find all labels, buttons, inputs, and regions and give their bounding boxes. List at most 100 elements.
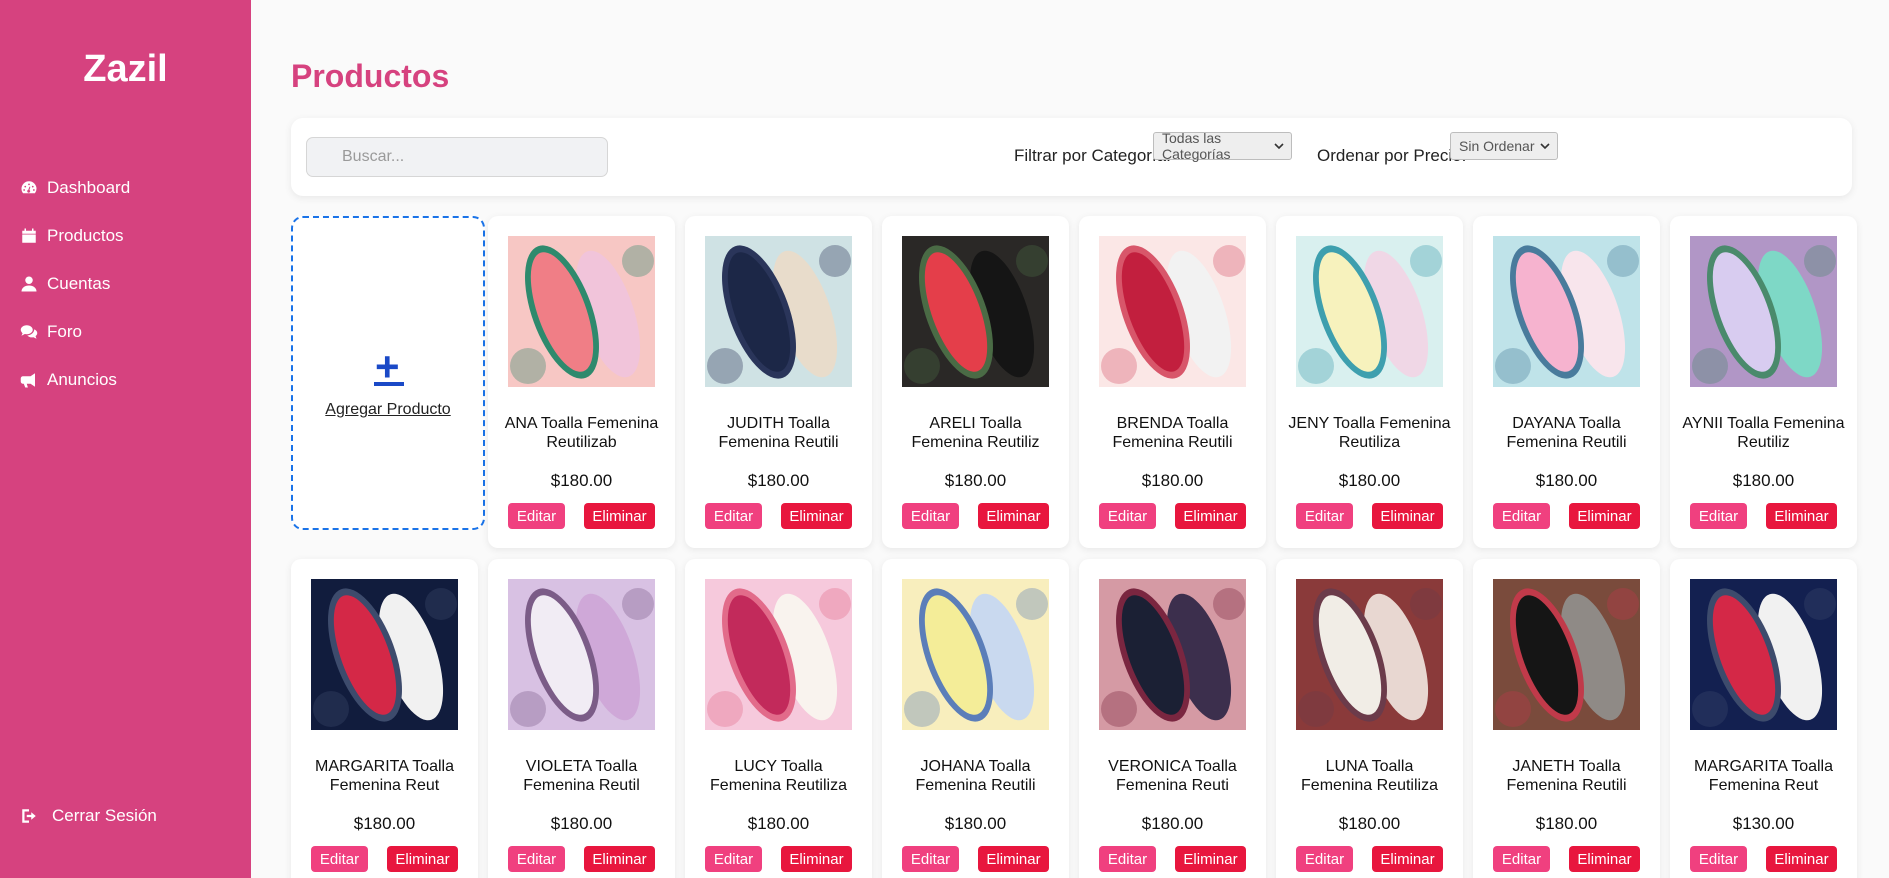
product-name: LUNA Toalla Femenina Reutiliza xyxy=(1301,758,1438,794)
product-card: JOHANA Toalla Femenina Reutili $180.00 Edi… xyxy=(882,559,1069,878)
product-image xyxy=(1099,236,1246,387)
sidebar-item-label: Productos xyxy=(47,226,124,245)
edit-button[interactable]: Editar xyxy=(1690,503,1747,529)
add-product-card[interactable]: + Agregar Producto xyxy=(291,216,485,530)
sidebar-item-cuentas[interactable]: Cuentas xyxy=(20,260,130,308)
product-price: $180.00 xyxy=(1141,814,1204,833)
product-price: $180.00 xyxy=(353,814,416,833)
product-image xyxy=(508,579,655,730)
page-title: Productos xyxy=(291,58,450,94)
product-image xyxy=(902,579,1049,730)
delete-button[interactable]: Eliminar xyxy=(978,503,1049,529)
product-price: $180.00 xyxy=(747,814,810,833)
sort-select-value: Sin Ordenar xyxy=(1459,138,1535,154)
delete-button[interactable]: Eliminar xyxy=(978,846,1049,872)
product-name: JANETH Toalla Femenina Reutili xyxy=(1506,758,1627,794)
edit-button[interactable]: Editar xyxy=(1296,503,1353,529)
product-card: JENY Toalla Femenina Reutiliza $180.00 Edi… xyxy=(1276,216,1463,548)
sidebar: Zazil Dashboard Productos Cuentas Foro A… xyxy=(0,0,251,878)
filter-toolbar: Filtrar por Categoría: Todas las Categor… xyxy=(291,118,1852,196)
sidebar-item-dashboard[interactable]: Dashboard xyxy=(20,164,130,212)
brand-logo: Zazil xyxy=(83,48,168,90)
delete-button[interactable]: Eliminar xyxy=(1766,846,1837,872)
edit-button[interactable]: Editar xyxy=(1493,503,1550,529)
product-image xyxy=(1493,579,1640,730)
delete-button[interactable]: Eliminar xyxy=(1766,503,1837,529)
delete-button[interactable]: Eliminar xyxy=(781,503,852,529)
delete-button[interactable]: Eliminar xyxy=(1569,846,1640,872)
edit-button[interactable]: Editar xyxy=(1099,503,1156,529)
delete-button[interactable]: Eliminar xyxy=(584,503,655,529)
delete-button[interactable]: Eliminar xyxy=(1175,503,1246,529)
edit-button[interactable]: Editar xyxy=(1296,846,1353,872)
sidebar-item-foro[interactable]: Foro xyxy=(20,308,130,356)
product-name: AYNII Toalla Femenina Reutiliz xyxy=(1682,415,1845,451)
product-name: ANA Toalla Femenina Reutilizab xyxy=(504,415,659,451)
product-card: ANA Toalla Femenina Reutilizab $180.00 Edi… xyxy=(488,216,675,548)
plus-underline xyxy=(374,382,404,386)
delete-button[interactable]: Eliminar xyxy=(387,846,458,872)
chevron-down-icon xyxy=(1274,143,1284,150)
edit-button[interactable]: Editar xyxy=(705,503,762,529)
delete-button[interactable]: Eliminar xyxy=(1372,846,1443,872)
product-image xyxy=(508,236,655,387)
product-name: DAYANA Toalla Femenina Reutili xyxy=(1506,415,1627,451)
sort-label: Ordenar por Precio: xyxy=(1317,146,1467,165)
sort-select[interactable]: Sin Ordenar xyxy=(1450,132,1558,160)
product-price: $180.00 xyxy=(944,814,1007,833)
user-icon xyxy=(21,276,37,292)
delete-button[interactable]: Eliminar xyxy=(584,846,655,872)
sidebar-nav: Dashboard Productos Cuentas Foro Anuncio… xyxy=(20,164,130,404)
category-select[interactable]: Todas las Categorías xyxy=(1153,130,1292,162)
edit-button[interactable]: Editar xyxy=(1690,846,1747,872)
product-price: $180.00 xyxy=(550,814,613,833)
product-card: MARGARITA Toalla Femenina Reut $180.00 Edi… xyxy=(291,559,478,878)
sidebar-item-anuncios[interactable]: Anuncios xyxy=(20,356,130,404)
product-card: JANETH Toalla Femenina Reutili $180.00 Edi… xyxy=(1473,559,1660,878)
product-name: JUDITH Toalla Femenina Reutili xyxy=(718,415,839,451)
edit-button[interactable]: Editar xyxy=(902,503,959,529)
main-content: Productos Filtrar por Categoría: Todas l… xyxy=(251,0,1889,878)
logout-button[interactable]: Cerrar Sesión xyxy=(20,806,157,826)
edit-button[interactable]: Editar xyxy=(902,846,959,872)
product-name: LUCY Toalla Femenina Reutiliza xyxy=(710,758,847,794)
edit-button[interactable]: Editar xyxy=(311,846,368,872)
product-image xyxy=(311,579,458,730)
product-image xyxy=(705,579,852,730)
search-input[interactable] xyxy=(306,137,608,177)
logout-label: Cerrar Sesión xyxy=(52,806,157,825)
product-name: JOHANA Toalla Femenina Reutili xyxy=(915,758,1036,794)
delete-button[interactable]: Eliminar xyxy=(1372,503,1443,529)
delete-button[interactable]: Eliminar xyxy=(1175,846,1246,872)
category-filter-label: Filtrar por Categoría: xyxy=(1014,146,1171,165)
sidebar-item-label: Dashboard xyxy=(47,178,131,197)
product-name: BRENDA Toalla Femenina Reutili xyxy=(1112,415,1233,451)
product-image xyxy=(705,236,852,387)
add-product-label[interactable]: Agregar Producto xyxy=(293,401,483,419)
edit-button[interactable]: Editar xyxy=(1099,846,1156,872)
product-card: LUNA Toalla Femenina Reutiliza $180.00 Edi… xyxy=(1276,559,1463,878)
edit-button[interactable]: Editar xyxy=(1493,846,1550,872)
chevron-down-icon xyxy=(1540,143,1550,150)
product-image xyxy=(1099,579,1246,730)
edit-button[interactable]: Editar xyxy=(508,503,565,529)
delete-button[interactable]: Eliminar xyxy=(1569,503,1640,529)
product-card: VIOLETA Toalla Femenina Reutil $180.00 Edi… xyxy=(488,559,675,878)
edit-button[interactable]: Editar xyxy=(508,846,565,872)
product-name: MARGARITA Toalla Femenina Reut xyxy=(314,758,454,794)
product-name: ARELI Toalla Femenina Reutiliz xyxy=(911,415,1040,451)
product-price: $180.00 xyxy=(1535,471,1598,490)
product-price: $180.00 xyxy=(1141,471,1204,490)
product-price: $180.00 xyxy=(747,471,810,490)
product-card: JUDITH Toalla Femenina Reutili $180.00 Edi… xyxy=(685,216,872,548)
product-card: ARELI Toalla Femenina Reutiliz $180.00 Edi… xyxy=(882,216,1069,548)
product-card: MARGARITA Toalla Femenina Reut $130.00 Edi… xyxy=(1670,559,1857,878)
product-price: $180.00 xyxy=(1338,814,1401,833)
sidebar-item-label: Foro xyxy=(47,322,82,341)
delete-button[interactable]: Eliminar xyxy=(781,846,852,872)
product-image xyxy=(1690,579,1837,730)
edit-button[interactable]: Editar xyxy=(705,846,762,872)
product-price: $180.00 xyxy=(944,471,1007,490)
sidebar-item-label: Anuncios xyxy=(47,370,117,389)
sidebar-item-productos[interactable]: Productos xyxy=(20,212,130,260)
